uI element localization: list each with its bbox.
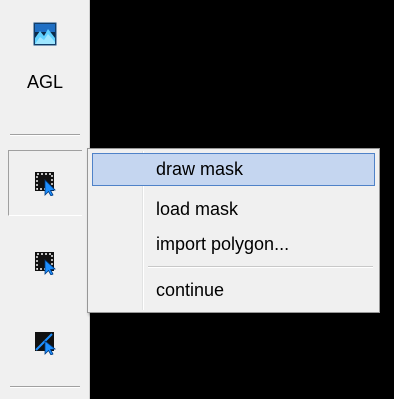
left-toolbar: AGL bbox=[0, 0, 90, 399]
draw-line-button[interactable] bbox=[8, 322, 82, 362]
terrain-button[interactable] bbox=[8, 14, 82, 54]
menu-item-load-mask[interactable]: load mask bbox=[92, 193, 375, 226]
menu-separator bbox=[148, 266, 373, 268]
terrain-icon bbox=[33, 22, 57, 46]
draw-line-cursor-icon bbox=[35, 332, 57, 355]
menu-item-continue[interactable]: continue bbox=[92, 274, 375, 307]
toolbar-separator bbox=[10, 134, 80, 136]
menu-item-draw-mask[interactable]: draw mask bbox=[92, 153, 375, 186]
app-window: AGL draw mask load mask import polygon..… bbox=[0, 0, 394, 399]
mask-tool-button[interactable] bbox=[8, 150, 82, 216]
menu-item-import-polygon[interactable]: import polygon... bbox=[92, 228, 375, 261]
context-menu: draw mask load mask import polygon... co… bbox=[87, 148, 380, 313]
select-area-icon bbox=[35, 252, 56, 275]
select-area-button[interactable] bbox=[8, 242, 82, 282]
agl-label[interactable]: AGL bbox=[0, 72, 90, 93]
select-mask-cursor-icon bbox=[34, 172, 56, 196]
toolbar-separator bbox=[10, 386, 80, 388]
